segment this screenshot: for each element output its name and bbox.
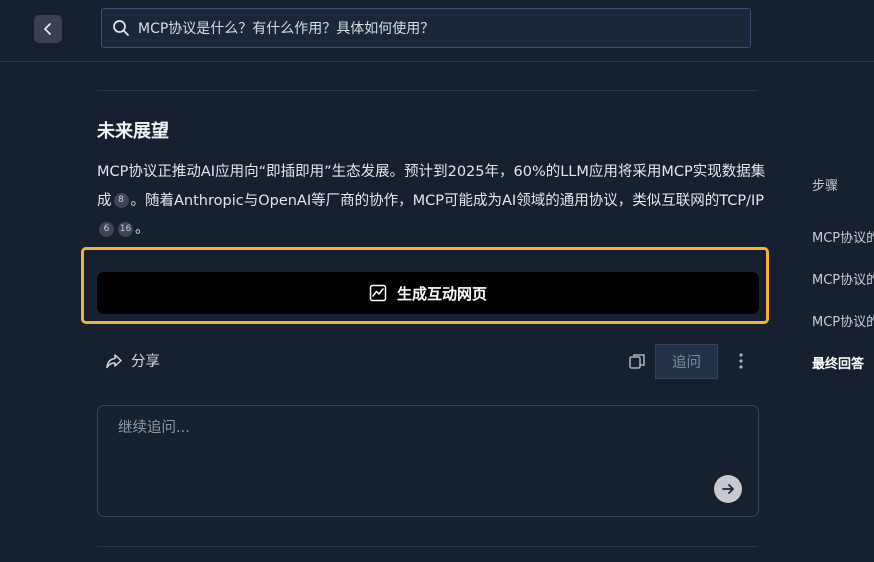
citation-badge[interactable]: 6 xyxy=(99,221,114,237)
back-button[interactable] xyxy=(34,15,62,43)
toc-item[interactable]: MCP协议的 xyxy=(812,311,874,330)
share-label: 分享 xyxy=(131,354,160,370)
share-button[interactable]: 分享 xyxy=(105,350,160,371)
search-icon xyxy=(112,19,130,37)
steps-sidebar: 步骤 MCP协议的 MCP协议的 MCP协议的 最终回答 xyxy=(812,0,874,562)
paragraph-text: 。随着Anthropic与OpenAI等厂商的协作，MCP可能成为AI领域的通用… xyxy=(130,192,764,209)
search-input[interactable]: MCP协议是什么？有什么作用？具体如何使用？ xyxy=(101,8,751,48)
generate-webpage-button[interactable]: 生成互动网页 xyxy=(97,272,759,314)
paragraph-text: 。 xyxy=(135,221,150,237)
copy-icon[interactable] xyxy=(628,352,646,370)
followup-input[interactable]: 继续追问... xyxy=(97,405,759,517)
followup-label: 追问 xyxy=(672,355,701,371)
toc-item[interactable]: MCP协议的 xyxy=(812,227,874,246)
section-paragraph: MCP协议正推动AI应用向“即插即用”生态发展。预计到2025年，60%的LLM… xyxy=(97,158,767,244)
steps-title: 步骤 xyxy=(812,179,839,194)
arrow-right-icon xyxy=(722,484,734,494)
chart-icon xyxy=(369,284,387,302)
bottom-divider xyxy=(97,546,758,547)
share-icon xyxy=(106,353,122,368)
citation-badge[interactable]: 16 xyxy=(118,221,133,237)
top-bar: MCP协议是什么？有什么作用？具体如何使用？ xyxy=(0,0,874,62)
toc-item-final-answer[interactable]: 最终回答 xyxy=(812,353,864,372)
followup-button[interactable]: 追问 xyxy=(655,344,718,379)
citation-badge[interactable]: 8 xyxy=(113,193,129,208)
chevron-left-icon xyxy=(44,23,51,35)
input-placeholder: 继续追问... xyxy=(118,420,190,436)
generate-webpage-label: 生成互动网页 xyxy=(396,284,487,303)
toc-item[interactable]: MCP协议的 xyxy=(812,269,874,288)
more-options-icon[interactable] xyxy=(736,352,746,370)
search-query: MCP协议是什么？有什么作用？具体如何使用？ xyxy=(138,21,435,37)
section-title: 未来展望 xyxy=(97,121,169,142)
send-button[interactable] xyxy=(714,475,742,503)
section-divider xyxy=(97,90,758,91)
